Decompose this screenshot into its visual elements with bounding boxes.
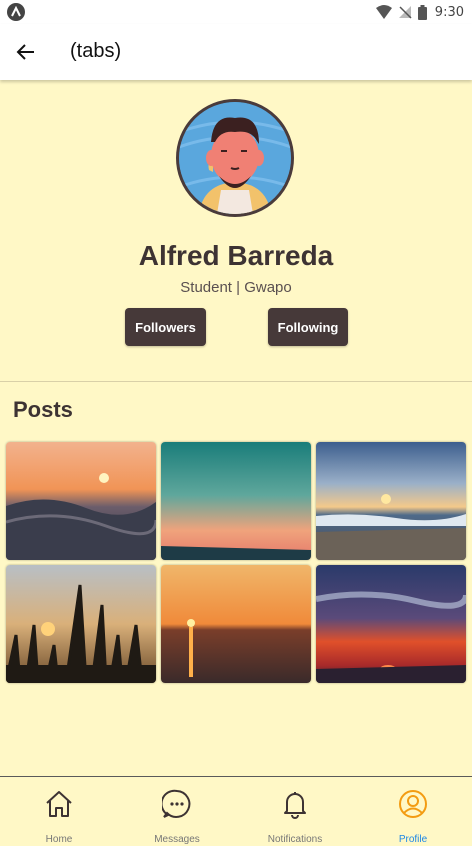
bell-icon [284, 792, 306, 819]
sea-sunset-photo [161, 565, 311, 683]
post-item-2[interactable] [161, 442, 311, 560]
teal-sky-sunset-photo [161, 442, 311, 560]
post-item-5[interactable] [161, 565, 311, 683]
nav-home-label: Home [45, 834, 73, 845]
red-horizon-sunset-photo [316, 565, 466, 683]
nav-home[interactable]: Home [0, 777, 118, 846]
sunset-waves-photo [6, 442, 156, 560]
posts-heading: Posts [13, 397, 73, 422]
arrow-left-icon [16, 44, 34, 60]
profile-bio: Student | Gwapo [180, 279, 292, 296]
following-button[interactable]: Following [268, 308, 348, 346]
nav-notifications-label: Notifications [267, 834, 323, 845]
post-item-4[interactable] [6, 565, 156, 683]
profile-name: Alfred Barreda [138, 240, 334, 271]
divider [0, 381, 472, 382]
grass-silhouette-sunset-photo [6, 565, 156, 683]
avatar [176, 99, 294, 217]
beach-sunset-photo [316, 442, 466, 560]
battery-icon [417, 4, 427, 20]
nav-notifications[interactable]: Notifications [236, 777, 354, 846]
profile-icon [399, 790, 427, 818]
post-item-1[interactable] [6, 442, 156, 560]
back-button[interactable] [8, 32, 44, 72]
post-item-6[interactable] [316, 565, 466, 683]
page-title: (tabs) [70, 40, 122, 62]
app-notification-icon [7, 3, 25, 21]
nav-messages-label: Messages [154, 834, 200, 845]
message-icon [162, 789, 191, 818]
nav-messages[interactable]: Messages [118, 777, 236, 846]
app-bar: (tabs) [0, 24, 472, 80]
no-signal-icon [398, 6, 412, 19]
status-bar: 9:30 [0, 0, 472, 24]
nav-profile-label: Profile [398, 834, 428, 845]
nav-profile[interactable]: Profile [354, 777, 472, 846]
post-item-3[interactable] [316, 442, 466, 560]
home-icon [46, 791, 72, 817]
bottom-nav: Home Messages Notifications Profile [0, 776, 472, 846]
status-time: 9:30 [434, 4, 464, 20]
wifi-icon [375, 5, 392, 19]
followers-button[interactable]: Followers [125, 308, 206, 346]
